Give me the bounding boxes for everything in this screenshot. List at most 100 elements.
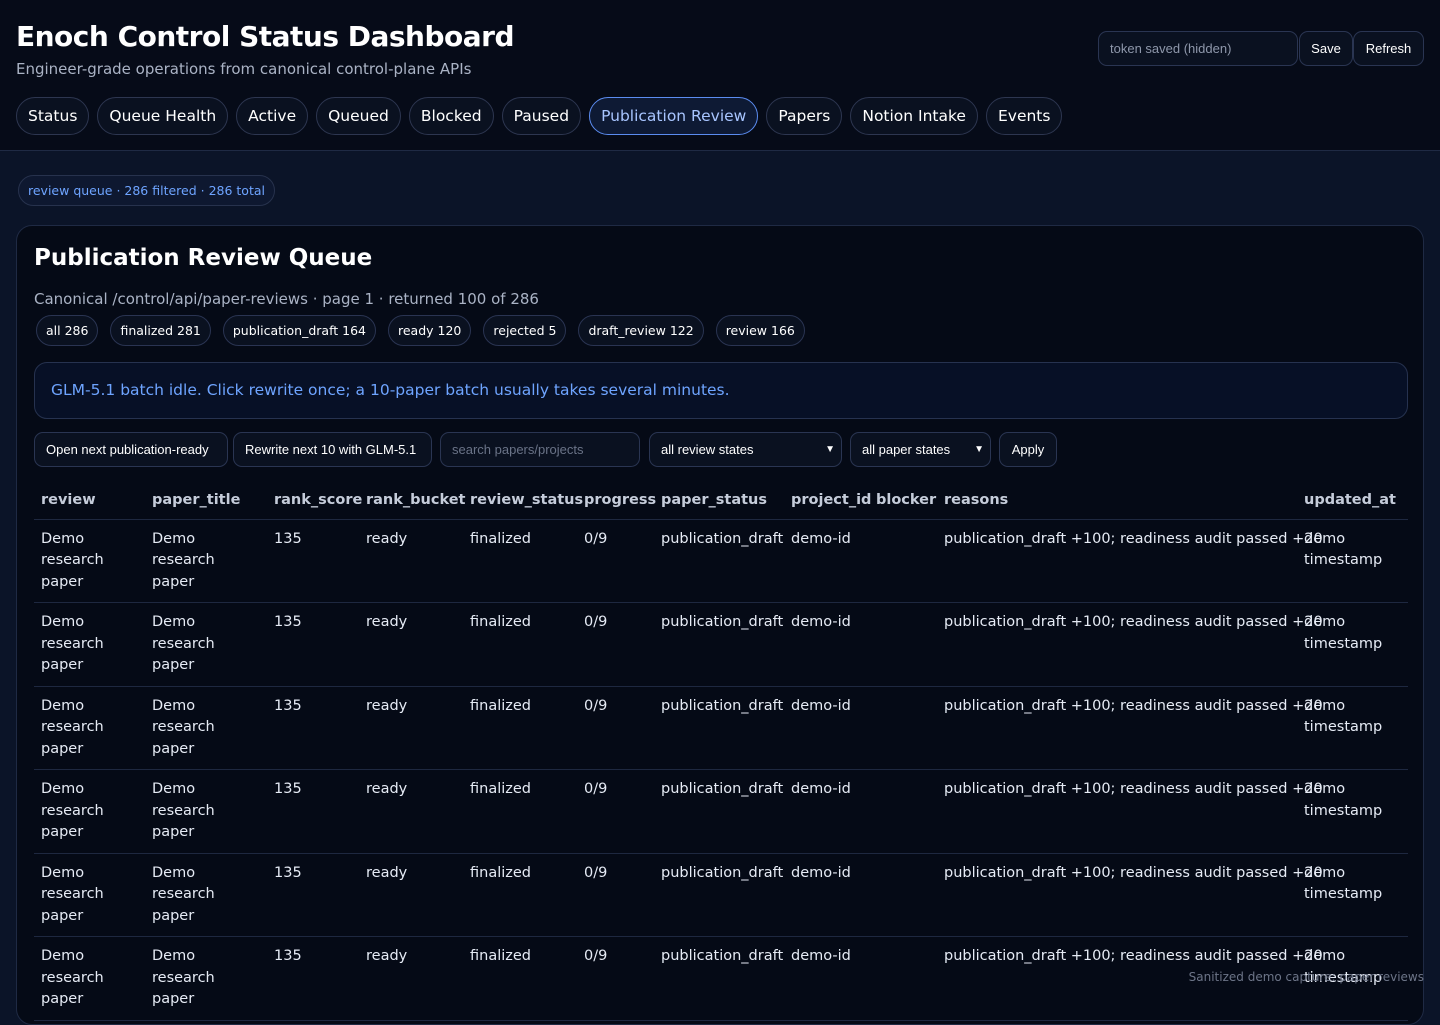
paper-state-select-value: all paper states <box>862 442 951 457</box>
column-header-review-status[interactable]: review_status <box>463 481 583 520</box>
cell-paper-status: publication_draft <box>654 936 784 1021</box>
apply-button[interactable]: Apply <box>999 432 1057 467</box>
chevron-down-icon: ▼ <box>825 444 835 455</box>
cell-project-id: demo-id <box>784 853 869 937</box>
cell-blocker <box>869 519 937 603</box>
cell-blocker <box>869 936 937 1021</box>
cell-progress: 0/9 <box>577 936 654 1021</box>
queue-summary-badge: review queue · 286 filtered · 286 total <box>18 175 275 206</box>
cell-review-status: finalized <box>463 936 577 1021</box>
panel-title: Publication Review Queue <box>34 245 373 271</box>
table-row[interactable]: Demo research paper Demo research paper … <box>34 519 1408 603</box>
cell-blocker <box>869 602 937 687</box>
cell-reasons: publication_draft +100; readiness audit … <box>937 769 1323 854</box>
tab-bar: Status Queue Health Active Queued Blocke… <box>16 97 1063 135</box>
filter-chip-rejected[interactable]: rejected 5 <box>483 315 567 346</box>
cell-reasons: publication_draft +100; readiness audit … <box>937 853 1323 937</box>
cell-paper-title: Demo research paper <box>145 602 267 687</box>
filter-chip-publication-draft[interactable]: publication_draft 164 <box>222 315 376 346</box>
app-title: Enoch Control Status Dashboard <box>16 20 515 53</box>
publication-review-panel: Publication Review Queue Canonical /cont… <box>16 225 1424 1025</box>
cell-rank-score: 135 <box>267 686 359 770</box>
cell-updated-at: demo timestamp <box>1297 769 1408 854</box>
tab-publication-review[interactable]: Publication Review <box>589 97 759 135</box>
column-header-paper-title[interactable]: paper_title <box>145 481 267 520</box>
cell-review-status: finalized <box>463 686 577 770</box>
column-header-rank-bucket[interactable]: rank_bucket <box>359 481 465 520</box>
tab-events[interactable]: Events <box>985 97 1063 135</box>
column-header-paper-status[interactable]: paper_status <box>654 481 784 520</box>
column-header-blocker[interactable]: blocker <box>869 481 937 520</box>
table-header-row: review paper_title rank_score rank_bucke… <box>34 481 1408 520</box>
cell-progress: 0/9 <box>577 853 654 937</box>
column-header-reasons[interactable]: reasons <box>937 481 1297 520</box>
filter-chip-finalized[interactable]: finalized 281 <box>110 315 211 346</box>
cell-rank-score: 135 <box>267 936 359 1021</box>
token-input[interactable] <box>1098 31 1298 66</box>
table-row[interactable]: Demo research paper Demo research paper … <box>34 602 1408 687</box>
cell-paper-title: Demo research paper <box>145 519 267 603</box>
cell-progress: 0/9 <box>577 769 654 854</box>
rewrite-next-button[interactable]: Rewrite next 10 with GLM-5.1 <box>233 432 432 467</box>
search-input[interactable] <box>440 432 640 467</box>
column-header-progress[interactable]: progress <box>577 481 656 520</box>
cell-progress: 0/9 <box>577 686 654 770</box>
cell-review-status: finalized <box>463 769 577 854</box>
cell-rank-score: 135 <box>267 602 359 687</box>
tab-queue-health[interactable]: Queue Health <box>97 97 229 135</box>
cell-blocker <box>869 769 937 854</box>
cell-rank-bucket: ready <box>359 602 463 687</box>
table-row[interactable]: Demo research paper Demo research paper … <box>34 853 1408 937</box>
cell-rank-score: 135 <box>267 519 359 603</box>
filter-chip-review[interactable]: review 166 <box>715 315 805 346</box>
cell-review[interactable]: Demo research paper <box>34 686 145 770</box>
tab-paused[interactable]: Paused <box>501 97 582 135</box>
review-queue-table: review paper_title rank_score rank_bucke… <box>34 481 1408 1021</box>
column-header-project-id[interactable]: project_id <box>784 481 871 520</box>
column-header-review[interactable]: review <box>34 481 145 520</box>
cell-project-id: demo-id <box>784 769 869 854</box>
table-row[interactable]: Demo research paper Demo research paper … <box>34 769 1408 854</box>
cell-rank-bucket: ready <box>359 686 463 770</box>
open-next-button[interactable]: Open next publication-ready <box>34 432 228 467</box>
column-header-rank-score[interactable]: rank_score <box>267 481 362 520</box>
chevron-down-icon: ▼ <box>974 444 984 455</box>
filter-chip-all[interactable]: all 286 <box>36 315 99 346</box>
review-state-select[interactable]: all review states ▼ <box>649 432 842 467</box>
cell-paper-title: Demo research paper <box>145 686 267 770</box>
cell-paper-title: Demo research paper <box>145 769 267 854</box>
cell-paper-title: Demo research paper <box>145 936 267 1021</box>
tab-queued[interactable]: Queued <box>316 97 401 135</box>
panel-description: Canonical /control/api/paper-reviews · p… <box>34 290 539 308</box>
cell-blocker <box>869 853 937 937</box>
cell-review[interactable]: Demo research paper <box>34 602 145 687</box>
cell-rank-bucket: ready <box>359 519 463 603</box>
cell-updated-at: demo timestamp <box>1297 686 1408 770</box>
tab-status[interactable]: Status <box>16 97 90 135</box>
filter-chip-draft-review[interactable]: draft_review 122 <box>578 315 704 346</box>
cell-review[interactable]: Demo research paper <box>34 936 145 1021</box>
cell-rank-bucket: ready <box>359 936 463 1021</box>
cell-reasons: publication_draft +100; readiness audit … <box>937 686 1323 770</box>
save-button[interactable]: Save <box>1299 31 1353 66</box>
tab-blocked[interactable]: Blocked <box>408 97 494 135</box>
review-state-select-value: all review states <box>661 442 754 457</box>
top-bar: Enoch Control Status Dashboard Engineer-… <box>0 0 1440 151</box>
cell-paper-title: Demo research paper <box>145 853 267 937</box>
tab-notion-intake[interactable]: Notion Intake <box>850 97 978 135</box>
paper-state-select[interactable]: all paper states ▼ <box>850 432 991 467</box>
column-header-updated-at[interactable]: updated_at <box>1297 481 1408 520</box>
refresh-button[interactable]: Refresh <box>1353 31 1424 66</box>
cell-paper-status: publication_draft <box>654 769 784 854</box>
demo-capture-caption: Sanitized demo capture: paper reviews <box>1188 970 1424 984</box>
tab-papers[interactable]: Papers <box>766 97 843 135</box>
cell-review[interactable]: Demo research paper <box>34 519 145 603</box>
table-row[interactable]: Demo research paper Demo research paper … <box>34 686 1408 770</box>
cell-review[interactable]: Demo research paper <box>34 853 145 937</box>
tab-active[interactable]: Active <box>236 97 309 135</box>
cell-project-id: demo-id <box>784 686 869 770</box>
cell-project-id: demo-id <box>784 519 869 603</box>
cell-rank-bucket: ready <box>359 769 463 854</box>
cell-review[interactable]: Demo research paper <box>34 769 145 854</box>
filter-chip-ready[interactable]: ready 120 <box>388 315 472 346</box>
